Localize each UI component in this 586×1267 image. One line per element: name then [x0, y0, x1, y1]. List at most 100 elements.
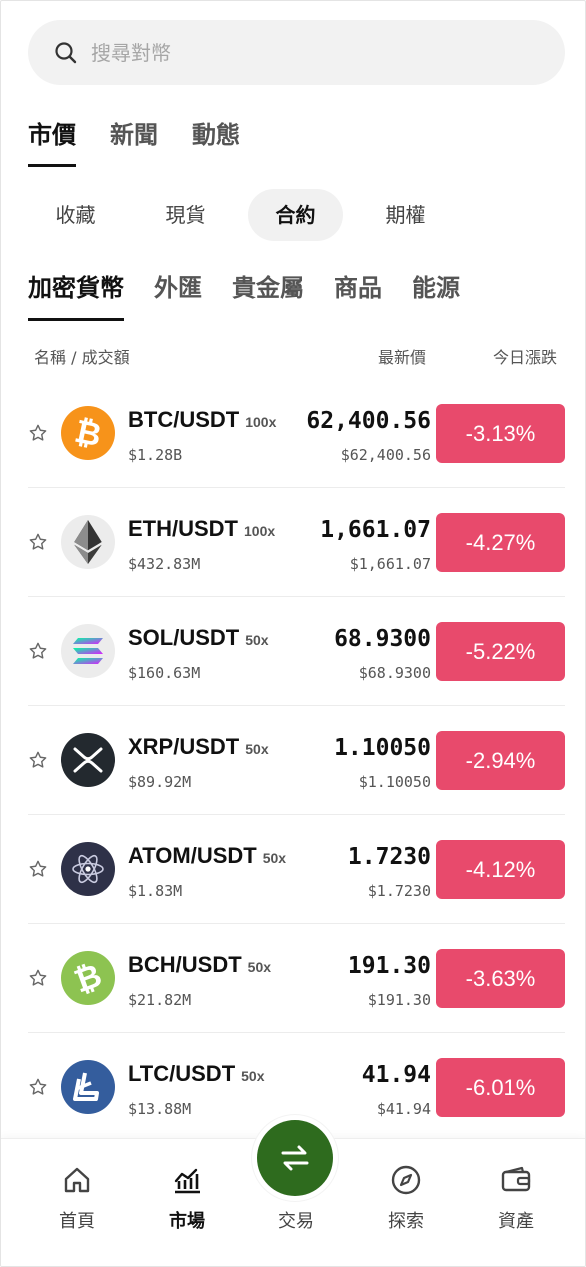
last-price-usd: $62,400.56: [340, 446, 431, 464]
nav-explore-label: 探索: [388, 1211, 424, 1232]
search-icon: [53, 40, 79, 66]
category-tabs: 加密貨幣 外匯 貴金屬 商品 能源: [28, 269, 460, 321]
category-commodities[interactable]: 商品: [334, 269, 382, 321]
category-forex[interactable]: 外匯: [154, 269, 202, 321]
swap-icon: [257, 1120, 333, 1196]
pair-name: ATOM/USDT: [128, 843, 257, 868]
app-screen: 市價 新聞 動態 收藏 現貨 合約 期權 加密貨幣 外匯 貴金屬 商品 能源 名…: [0, 0, 586, 1267]
ethereum-icon: [61, 515, 115, 569]
search-input[interactable]: [89, 39, 513, 66]
bitcoin-icon: ₿: [61, 406, 115, 460]
segment-options[interactable]: 期權: [358, 189, 453, 241]
favorite-star-icon[interactable]: [28, 968, 48, 988]
pair-name: XRP/USDT: [128, 734, 240, 759]
tab-activity[interactable]: 動態: [192, 117, 240, 167]
market-row-eth[interactable]: ETH/USDT 100x $432.83M 1,661.07 $1,661.07…: [28, 488, 565, 597]
last-price-usd: $1.7230: [367, 882, 431, 900]
column-header-name[interactable]: 名稱 / 成交額: [34, 344, 130, 368]
change-badge[interactable]: -4.12%: [436, 840, 565, 899]
leverage-badge: 50x: [241, 1068, 265, 1084]
market-row-btc[interactable]: ₿ BTC/USDT 100x $1.28B 62,400.56 $62,400.…: [28, 379, 565, 488]
top-tabs: 市價 新聞 動態: [28, 117, 240, 167]
column-header-change[interactable]: 今日漲跌: [493, 344, 557, 368]
column-header-price[interactable]: 最新價: [378, 344, 426, 368]
leverage-badge: 50x: [247, 959, 272, 975]
leverage-badge: 50x: [262, 850, 287, 866]
nav-trade-label: 交易: [278, 1211, 314, 1232]
segment-favorites[interactable]: 收藏: [28, 189, 123, 241]
change-badge[interactable]: -3.63%: [436, 949, 565, 1008]
volume: $432.83M: [128, 555, 201, 573]
market-row-bch[interactable]: ₿ BCH/USDT 50x $21.82M 191.30 $191.30 -3.…: [28, 924, 565, 1033]
last-price: 62,400.56: [306, 408, 431, 434]
last-price-usd: $41.94: [376, 1100, 431, 1118]
pair-name: SOL/USDT: [128, 625, 240, 650]
last-price: 1.7230: [347, 844, 431, 870]
favorite-star-icon[interactable]: [28, 1077, 48, 1097]
nav-market[interactable]: 市場: [147, 1163, 227, 1233]
category-crypto[interactable]: 加密貨幣: [28, 269, 124, 321]
volume: $1.83M: [128, 882, 183, 900]
leverage-badge: 50x: [245, 741, 269, 757]
volume: $13.88M: [128, 1100, 192, 1118]
solana-icon: [61, 624, 115, 678]
favorite-star-icon[interactable]: [28, 859, 48, 879]
last-price-usd: $68.9300: [358, 664, 431, 682]
last-price: 1,661.07: [320, 517, 431, 543]
change-badge[interactable]: -6.01%: [436, 1058, 565, 1117]
pair-name: BTC/USDT: [128, 407, 240, 432]
nav-home[interactable]: 首頁: [37, 1163, 117, 1233]
nav-market-label: 市場: [169, 1211, 205, 1232]
last-price-usd: $191.30: [367, 991, 431, 1009]
market-chart-icon: [147, 1163, 227, 1197]
change-badge[interactable]: -2.94%: [436, 731, 565, 790]
market-row-xrp[interactable]: XRP/USDT 50x $89.92M 1.10050 $1.10050 -2.…: [28, 706, 565, 815]
volume: $160.63M: [128, 664, 201, 682]
nav-explore[interactable]: 探索: [366, 1163, 446, 1233]
pair-name: ETH/USDT: [128, 516, 238, 541]
nav-home-label: 首頁: [59, 1211, 95, 1232]
segment-futures[interactable]: 合約: [248, 189, 343, 241]
leverage-badge: 100x: [245, 414, 277, 430]
compass-icon: [366, 1163, 446, 1197]
volume: $1.28B: [128, 446, 183, 464]
xrp-icon: [61, 733, 115, 787]
litecoin-icon: [61, 1060, 115, 1114]
favorite-star-icon[interactable]: [28, 641, 48, 661]
change-badge[interactable]: -4.27%: [436, 513, 565, 572]
last-price: 1.10050: [334, 735, 431, 761]
market-row-sol[interactable]: SOL/USDT 50x $160.63M 68.9300 $68.9300 -5…: [28, 597, 565, 706]
home-icon: [37, 1163, 117, 1197]
change-badge[interactable]: -3.13%: [436, 404, 565, 463]
nav-assets-label: 資產: [498, 1211, 534, 1232]
volume: $21.82M: [128, 991, 192, 1009]
market-row-atom[interactable]: ATOM/USDT 50x $1.83M 1.7230 $1.7230 -4.12…: [28, 815, 565, 924]
tab-news[interactable]: 新聞: [110, 117, 158, 167]
last-price: 191.30: [347, 953, 431, 979]
change-badge[interactable]: -5.22%: [436, 622, 565, 681]
segment-spot[interactable]: 現貨: [138, 189, 233, 241]
market-list: ₿ BTC/USDT 100x $1.28B 62,400.56 $62,400.…: [28, 379, 565, 1141]
volume: $89.92M: [128, 773, 192, 791]
cosmos-atom-icon: [61, 842, 115, 896]
market-type-segment: 收藏 現貨 合約 期權: [28, 189, 468, 241]
pair-name: BCH/USDT: [128, 952, 242, 977]
favorite-star-icon[interactable]: [28, 423, 48, 443]
favorite-star-icon[interactable]: [28, 532, 48, 552]
last-price-usd: $1,661.07: [349, 555, 431, 573]
favorite-star-icon[interactable]: [28, 750, 48, 770]
bitcoin-cash-icon: ₿: [61, 951, 115, 1005]
trade-button[interactable]: [252, 1115, 338, 1201]
leverage-badge: 100x: [244, 523, 276, 539]
category-energy[interactable]: 能源: [412, 269, 460, 321]
search-bar[interactable]: [28, 20, 565, 85]
last-price: 41.94: [361, 1062, 431, 1088]
last-price: 68.9300: [334, 626, 431, 652]
nav-assets[interactable]: 資產: [476, 1163, 556, 1233]
category-precious-metals[interactable]: 貴金屬: [232, 269, 304, 321]
tab-market-price[interactable]: 市價: [28, 117, 76, 167]
wallet-icon: [476, 1163, 556, 1197]
pair-name: LTC/USDT: [128, 1061, 236, 1086]
last-price-usd: $1.10050: [358, 773, 431, 791]
leverage-badge: 50x: [245, 632, 269, 648]
